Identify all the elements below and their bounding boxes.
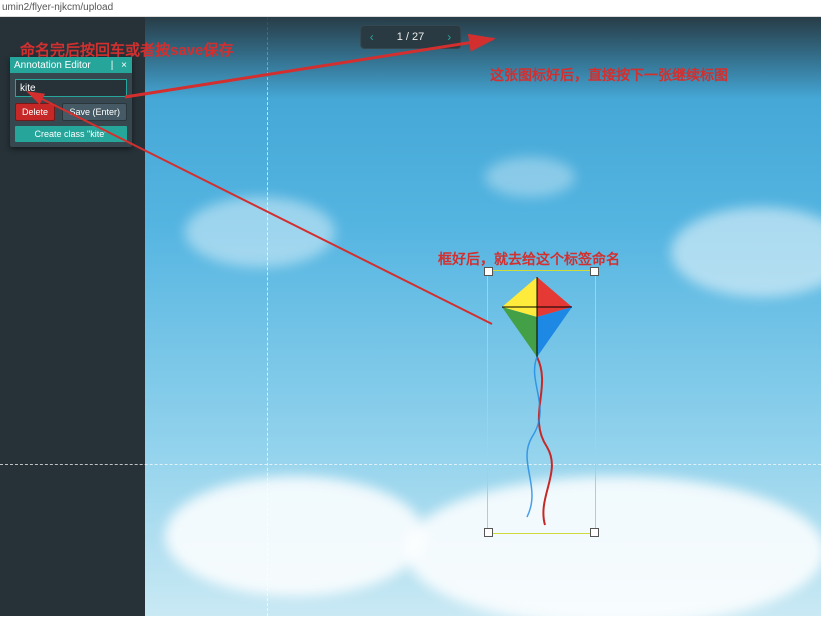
save-button[interactable]: Save (Enter): [62, 103, 127, 121]
next-page-button[interactable]: ›: [438, 26, 460, 48]
page-navigator: ‹ 1 / 27 ›: [360, 25, 462, 49]
guide-horizontal: [0, 464, 821, 465]
resize-handle-br[interactable]: [590, 528, 599, 537]
class-name-input[interactable]: [15, 79, 127, 97]
panel-title: Annotation Editor: [14, 60, 91, 71]
workspace: ‹ 1 / 27 › Annotation Editor | × Delete …: [0, 17, 821, 616]
page-counter: 1 / 27: [383, 31, 439, 43]
note-next-hint: 这张图标好后，直接按下一张继续标图: [490, 65, 728, 85]
prev-page-button[interactable]: ‹: [361, 26, 383, 48]
canvas-image[interactable]: [145, 17, 821, 616]
guide-vertical: [267, 17, 268, 616]
create-class-suggestion[interactable]: Create class "kite": [15, 126, 127, 142]
url-path: umin2/flyer-njkcm/upload: [0, 0, 821, 17]
selection-box[interactable]: [487, 270, 596, 534]
delete-button[interactable]: Delete: [15, 103, 55, 121]
resize-handle-bl[interactable]: [484, 528, 493, 537]
note-label-hint: 框好后，就去给这个标签命名: [438, 249, 620, 269]
note-save-hint: 命名完后按回车或者按save保存: [20, 39, 233, 60]
annotation-editor-panel: Annotation Editor | × Delete Save (Enter…: [10, 57, 132, 147]
